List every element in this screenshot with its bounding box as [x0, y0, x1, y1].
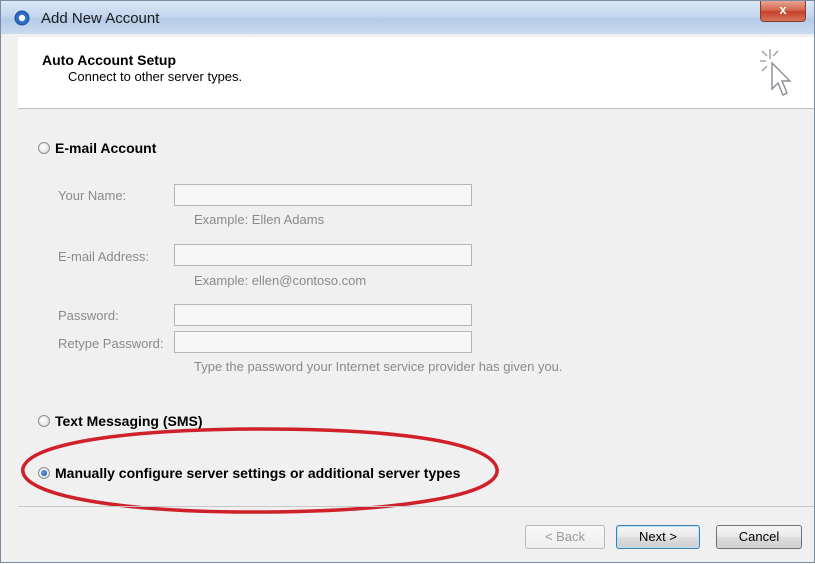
text-messaging-radio[interactable] — [38, 415, 50, 427]
add-new-account-dialog: Add New Account x Auto Account Setup Con… — [0, 0, 815, 563]
wizard-footer: < Back Next > Cancel — [18, 506, 814, 563]
cancel-button[interactable]: Cancel — [716, 525, 802, 549]
manual-configure-label[interactable]: Manually configure server settings or ad… — [55, 465, 460, 481]
page-title: Auto Account Setup — [42, 52, 177, 68]
retype-password-field[interactable] — [174, 331, 472, 353]
password-field[interactable] — [174, 304, 472, 326]
email-account-label[interactable]: E-mail Account — [55, 140, 156, 156]
retype-password-label: Retype Password: — [58, 336, 164, 351]
text-messaging-label[interactable]: Text Messaging (SMS) — [55, 413, 203, 429]
wizard-body: E-mail Account Your Name: Example: Ellen… — [18, 109, 814, 505]
title-bar[interactable]: Add New Account x — [1, 1, 814, 34]
email-account-radio[interactable] — [38, 142, 50, 154]
close-icon: x — [779, 2, 787, 17]
your-name-label: Your Name: — [58, 188, 127, 203]
close-button[interactable]: x — [760, 1, 806, 22]
email-address-field[interactable] — [174, 244, 472, 266]
page-subtitle: Connect to other server types. — [68, 69, 243, 84]
your-name-field[interactable] — [174, 184, 472, 206]
setup-cursor-icon — [760, 49, 792, 96]
wizard-header: Auto Account Setup Connect to other serv… — [18, 37, 814, 109]
outlook-app-icon — [14, 10, 30, 26]
your-name-hint: Example: Ellen Adams — [194, 212, 325, 227]
password-label: Password: — [58, 308, 119, 323]
email-address-hint: Example: ellen@contoso.com — [194, 273, 367, 288]
next-button[interactable]: Next > — [616, 525, 700, 549]
window-title: Add New Account — [41, 10, 160, 27]
email-address-label: E-mail Address: — [58, 249, 150, 264]
manual-configure-radio[interactable] — [38, 467, 50, 479]
password-hint: Type the password your Internet service … — [194, 359, 563, 374]
back-button[interactable]: < Back — [525, 525, 605, 549]
